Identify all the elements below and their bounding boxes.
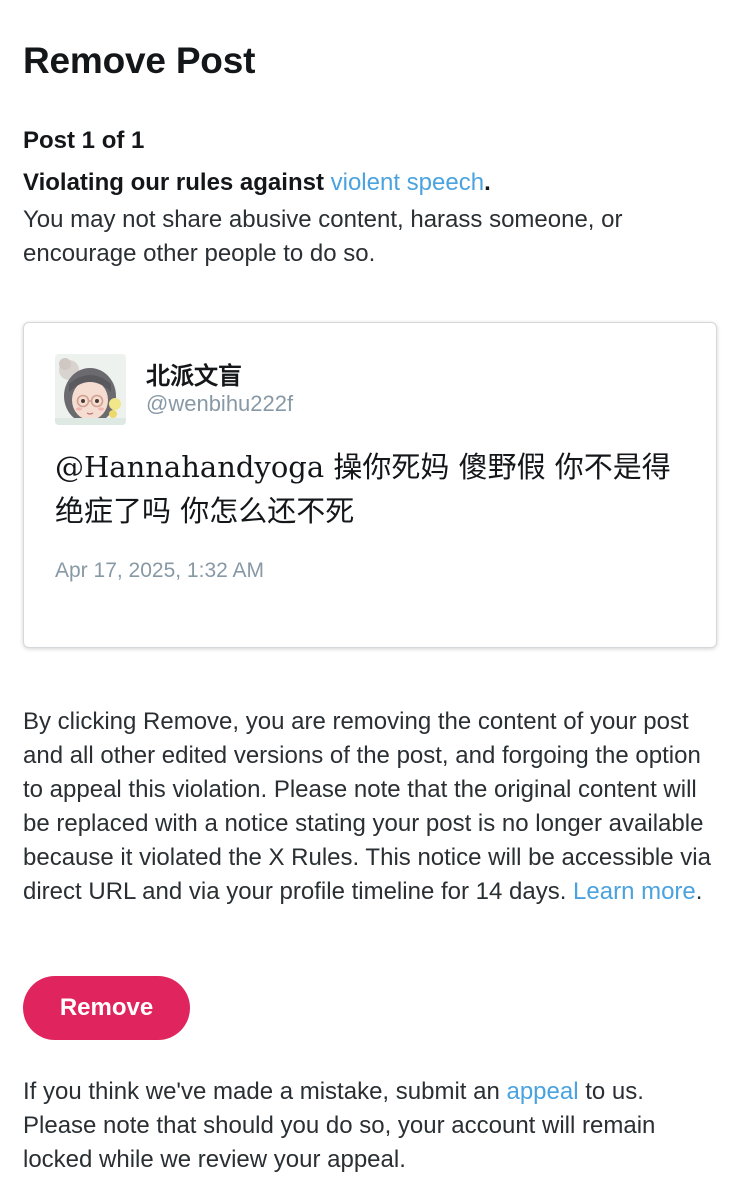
page-title: Remove Post xyxy=(23,40,256,81)
violation-description: You may not share abusive content, haras… xyxy=(23,206,623,267)
violation-rule: Violating our rules against violent spee… xyxy=(23,169,491,197)
violent-speech-link[interactable]: violent speech xyxy=(331,169,484,196)
avatar-girl-glasses-icon xyxy=(55,354,126,425)
removal-notice-end: . xyxy=(695,878,703,905)
post-counter: Post 1 of 1 xyxy=(23,127,145,154)
author-handle: @wenbihu222f xyxy=(146,391,294,416)
appeal-link[interactable]: appeal xyxy=(506,1078,578,1105)
post-timestamp: Apr 17, 2025, 1:32 AM xyxy=(55,559,264,582)
removal-notice: By clicking Remove, you are removing the… xyxy=(23,705,723,909)
violation-rule-suffix: . xyxy=(484,169,491,196)
violation-rule-prefix: Violating our rules against xyxy=(23,169,331,196)
appeal-notice-prefix: If you think we've made a mistake, submi… xyxy=(23,1078,507,1105)
removal-notice-text: By clicking Remove, you are removing the… xyxy=(23,708,711,905)
author-avatar xyxy=(55,354,126,425)
post-text: @Hannahandyoga 操你死妈 傻野假 你不是得绝症了吗 你怎么还不死 xyxy=(55,450,671,528)
appeal-notice: If you think we've made a mistake, submi… xyxy=(23,1075,723,1177)
post-card: 北派文盲 @wenbihu222f @Hannahandyoga 操你死妈 傻野… xyxy=(23,322,717,648)
remove-button[interactable]: Remove xyxy=(23,976,190,1040)
author-name: 北派文盲 xyxy=(146,362,242,390)
learn-more-link[interactable]: Learn more xyxy=(573,878,696,905)
